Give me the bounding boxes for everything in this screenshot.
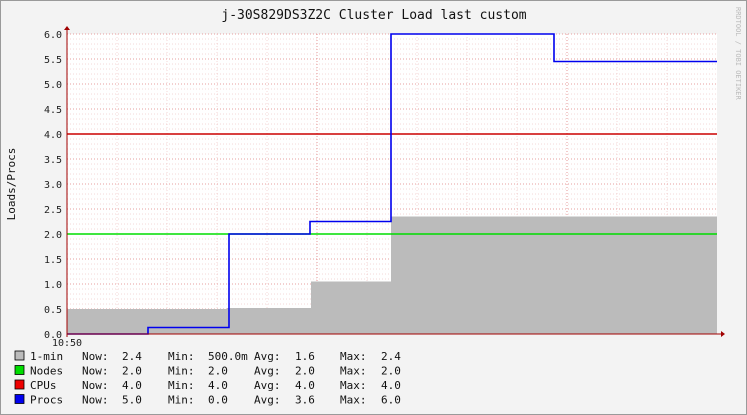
legend-avg-value: 3.6: [295, 394, 315, 407]
legend-swatch: [14, 379, 25, 390]
y-tick-label: 4.5: [44, 105, 62, 116]
y-tick-labels: 0.00.51.01.52.02.53.03.54.04.55.05.56.0: [44, 30, 62, 341]
y-tick-label: 1.0: [44, 280, 62, 291]
y-tick-label: 0.5: [44, 305, 62, 316]
legend-now-label: Now:: [82, 350, 109, 363]
legend-avg-label: Avg:: [254, 379, 281, 392]
legend-avg-value: 1.6: [295, 350, 315, 363]
legend-avg-label: Avg:: [254, 365, 281, 378]
x-axis-arrow: [721, 331, 725, 337]
legend-max-value: 2.4: [381, 350, 401, 363]
legend-avg-value: 2.0: [295, 365, 315, 378]
legend-min-label: Min:: [168, 394, 195, 407]
legend-max-value: 4.0: [381, 379, 401, 392]
x-tick-label: 10:50: [52, 338, 82, 349]
legend-now-label: Now:: [82, 379, 109, 392]
legend-min-label: Min:: [168, 350, 195, 363]
y-tick-label: 2.5: [44, 205, 62, 216]
legend-now-value: 2.4: [122, 350, 142, 363]
y-tick-label: 5.5: [44, 55, 62, 66]
legend-now-value: 5.0: [122, 394, 142, 407]
y-tick-label: 6.0: [44, 30, 62, 41]
legend-max-label: Max:: [340, 350, 367, 363]
chart-svg: j-30S829DS3Z2C Cluster Load last custom …: [5, 7, 742, 407]
legend-avg-value: 4.0: [295, 379, 315, 392]
legend-now-label: Now:: [82, 394, 109, 407]
legend-name: 1-min: [30, 350, 63, 363]
y-axis-arrow: [64, 26, 70, 30]
legend-now-value: 2.0: [122, 365, 142, 378]
y-tick-label: 5.0: [44, 80, 62, 91]
legend-avg-label: Avg:: [254, 350, 281, 363]
legend-min-value: 2.0: [208, 365, 228, 378]
legend-min-value: 0.0: [208, 394, 228, 407]
legend-min-label: Min:: [168, 379, 195, 392]
legend-max-label: Max:: [340, 394, 367, 407]
x-tick-labels: 10:50: [52, 338, 82, 349]
rrdtool-credit: RRDTOOL / TOBI OETIKER: [734, 7, 742, 101]
legend-now-value: 4.0: [122, 379, 142, 392]
y-tick-label: 3.0: [44, 180, 62, 191]
legend-swatch: [14, 365, 25, 375]
legend-avg-label: Avg:: [254, 394, 281, 407]
y-tick-label: 2.0: [44, 230, 62, 241]
legend-min-label: Min:: [168, 365, 195, 378]
chart-frame: j-30S829DS3Z2C Cluster Load last custom …: [0, 0, 747, 415]
legend-max-value: 6.0: [381, 394, 401, 407]
legend-min-value: 4.0: [208, 379, 228, 392]
legend-name: Nodes: [30, 365, 63, 378]
legend-swatch: [14, 350, 25, 361]
legend-name: CPUs: [30, 379, 57, 392]
legend-name: Procs: [30, 394, 63, 407]
y-tick-label: 1.5: [44, 255, 62, 266]
y-tick-label: 4.0: [44, 130, 62, 141]
y-axis-label: Loads/Procs: [5, 148, 18, 221]
legend-now-label: Now:: [82, 365, 109, 378]
legend-max-label: Max:: [340, 365, 367, 378]
legend-max-value: 2.0: [381, 365, 401, 378]
chart-title: j-30S829DS3Z2C Cluster Load last custom: [221, 8, 526, 23]
legend-swatch: [14, 394, 25, 404]
legend-min-value: 500.0m: [208, 350, 248, 363]
y-tick-label: 3.5: [44, 155, 62, 166]
legend-max-label: Max:: [340, 379, 367, 392]
legend: 1-min Now: 2.4 Min: 500.0m Avg: 1.6 Max: 2.4 Node…: [14, 350, 401, 407]
